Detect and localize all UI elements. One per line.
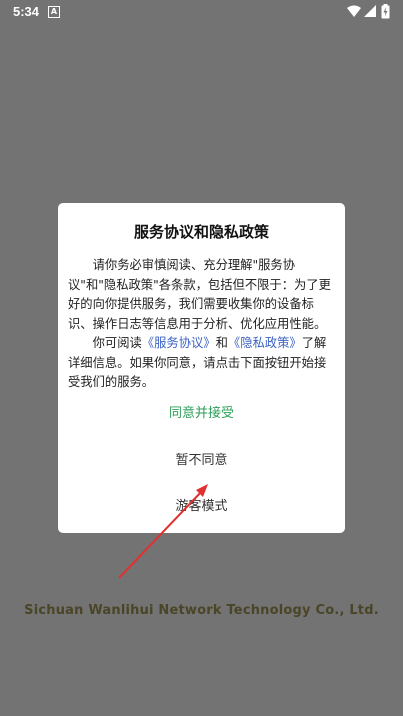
- service-agreement-link[interactable]: 《服务协议》: [142, 336, 216, 350]
- privacy-policy-link[interactable]: 《隐私政策》: [228, 336, 302, 350]
- para2-and: 和: [215, 336, 228, 350]
- dialog-title: 服务协议和隐私政策: [133, 223, 269, 241]
- battery-icon: [381, 4, 390, 19]
- dialog-paragraph-2: 你可阅读《服务协议》和《隐私政策》了解详细信息。如果你同意，请点击下面按钮开始接…: [68, 334, 336, 393]
- disagree-button[interactable]: 暂不同意: [58, 449, 345, 468]
- status-time: 5:34: [13, 4, 40, 19]
- para2-prefix: 你可阅读: [92, 336, 142, 350]
- status-bar: 5:34 A: [0, 0, 403, 24]
- dialog-body: 请你务必审慎阅读、充分理解"服务协议"和"隐私政策"各条款，包括但不限于：为了更…: [68, 256, 336, 393]
- privacy-dialog: 服务协议和隐私政策 请你务必审慎阅读、充分理解"服务协议"和"隐私政策"各条款，…: [58, 203, 345, 533]
- notification-a-icon: A: [48, 6, 60, 18]
- dialog-paragraph-1: 请你务必审慎阅读、充分理解"服务协议"和"隐私政策"各条款，包括但不限于：为了更…: [68, 258, 331, 331]
- signal-icon: [364, 5, 376, 17]
- agree-button[interactable]: 同意并接受: [58, 402, 345, 421]
- company-name: Sichuan Wanlihui Network Technology Co.,…: [24, 603, 379, 618]
- guest-mode-button[interactable]: 游客模式: [58, 495, 345, 514]
- wifi-icon: [347, 5, 361, 17]
